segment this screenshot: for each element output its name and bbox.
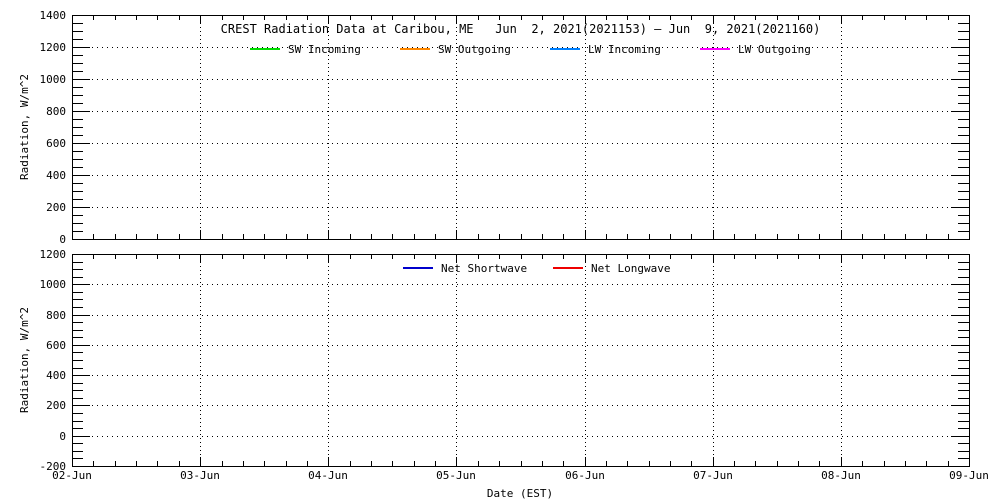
legend-label: SW Outgoing <box>438 43 511 56</box>
legend-item: LW Outgoing <box>700 43 811 56</box>
y-tick-label: 1200 <box>40 41 67 54</box>
legend-label: LW Incoming <box>588 43 661 56</box>
legend-label: Net Shortwave <box>441 262 527 275</box>
y-tick-label: 800 <box>46 309 66 322</box>
x-tick-labels: 02-Jun 03-Jun 04-Jun 05-Jun 06-Jun 07-Jun 08-J… <box>52 469 989 500</box>
x-tick-label: 02-Jun <box>52 469 92 482</box>
y-tick-label: 1400 <box>40 9 67 22</box>
bottom-y-ticks <box>72 255 969 467</box>
x-tick-label: 09-Jun <box>949 469 989 482</box>
legend-item: LW Incoming <box>550 43 661 56</box>
top-panel: 0 200 400 600 800 1000 1200 1400 Radiation, W/m^… <box>18 9 970 246</box>
top-y-axis-title: Radiation, W/m^2 <box>18 74 31 180</box>
bottom-legend: Net Shortwave Net Longwave <box>403 262 670 275</box>
top-gridlines <box>72 15 969 239</box>
x-tick-label: 03-Jun <box>180 469 220 482</box>
bottom-gridlines <box>72 254 969 466</box>
legend-item: SW Outgoing <box>400 43 511 56</box>
y-tick-label: 400 <box>46 169 66 182</box>
bottom-x-ticks <box>73 254 970 466</box>
y-tick-label: 0 <box>59 430 66 443</box>
legend-label: Net Longwave <box>591 262 670 275</box>
x-tick-label: 06-Jun <box>565 469 605 482</box>
legend-item: SW Incoming <box>250 43 361 56</box>
y-tick-label: 0 <box>59 233 66 246</box>
bottom-y-axis-title: Radiation, W/m^2 <box>18 307 31 413</box>
top-x-ticks <box>73 15 970 239</box>
y-tick-label: 800 <box>46 105 66 118</box>
y-tick-label: 400 <box>46 369 66 382</box>
chart-svg: 0 200 400 600 800 1000 1200 1400 Radiation, W/m^… <box>0 0 1000 500</box>
top-y-tick-labels: 0 200 400 600 800 1000 1200 1400 <box>40 9 67 246</box>
y-tick-label: 1000 <box>40 278 67 291</box>
x-tick-label: 07-Jun <box>693 469 733 482</box>
legend-label: LW Outgoing <box>738 43 811 56</box>
y-tick-label: 200 <box>46 201 66 214</box>
bottom-panel: -20002004006008001000120002-Jun03-Jun04-… <box>18 248 989 500</box>
top-plot-frame <box>73 16 970 240</box>
legend-item: Net Shortwave <box>403 262 527 275</box>
y-tick-label: 1200 <box>40 248 67 261</box>
bottom-y-tick-labels: -200020040060080010001200 <box>40 248 67 473</box>
bottom-plot-frame <box>73 255 970 467</box>
x-tick-label: 04-Jun <box>308 469 348 482</box>
x-axis-title: Date (EST) <box>487 487 553 500</box>
y-tick-label: 1000 <box>40 73 67 86</box>
top-y-ticks <box>72 16 969 240</box>
legend-item: Net Longwave <box>553 262 670 275</box>
x-tick-label: 08-Jun <box>821 469 861 482</box>
chart-title: CREST Radiation Data at Caribou, ME Jun … <box>221 22 821 36</box>
radiation-figure: 0 200 400 600 800 1000 1200 1400 Radiation, W/m^… <box>0 0 1000 500</box>
top-legend: SW Incoming SW Outgoing LW Incoming LW Outg… <box>250 43 811 56</box>
y-tick-label: 600 <box>46 137 66 150</box>
legend-label: SW Incoming <box>288 43 361 56</box>
x-tick-label: 05-Jun <box>436 469 476 482</box>
y-tick-label: 600 <box>46 339 66 352</box>
y-tick-label: 200 <box>46 399 66 412</box>
